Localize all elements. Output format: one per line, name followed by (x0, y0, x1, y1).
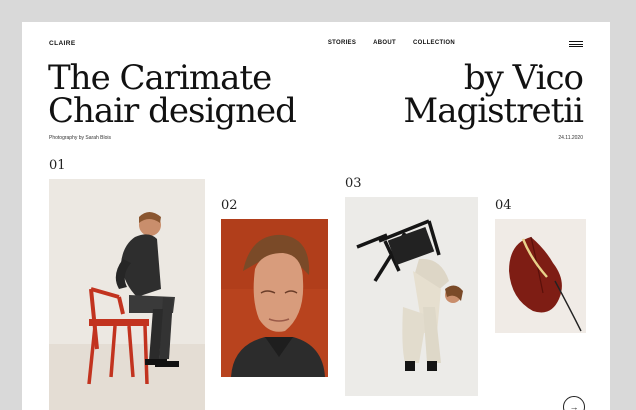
title-line-4: Magistretii (403, 91, 584, 131)
gallery-photo-01[interactable] (49, 179, 205, 410)
nav-link-stories[interactable]: STORIES (328, 40, 356, 46)
page-title-right: by Vico Magistretii (403, 61, 584, 131)
gallery-photo-03[interactable] (345, 197, 478, 396)
arrow-right-icon: → (569, 402, 579, 410)
gallery-photo-02[interactable] (221, 219, 328, 377)
nav-link-collection[interactable]: COLLECTION (413, 40, 455, 46)
main-menu: STORIES ABOUT COLLECTION (328, 40, 455, 46)
gallery-photo-04[interactable] (495, 219, 586, 333)
photo-credit: Photography by Sarah Blois (49, 135, 111, 141)
portrait-image (221, 219, 328, 377)
gallery-number-01: 01 (49, 158, 66, 173)
title-line-2: Chair designed (48, 91, 297, 131)
brand-logo[interactable]: CLAIRE (49, 40, 76, 47)
page: CLAIRE STORIES ABOUT COLLECTION The Cari… (22, 22, 610, 410)
hamburger-icon[interactable] (569, 41, 583, 48)
page-title-left: The Carimate Chair designed (48, 61, 297, 131)
top-nav: CLAIRE STORIES ABOUT COLLECTION (49, 40, 583, 52)
gallery-number-03: 03 (345, 176, 362, 191)
anthurium-flower-image (495, 219, 586, 333)
publish-date: 24.11.2020 (558, 135, 583, 141)
next-arrow-button[interactable]: → (563, 396, 585, 410)
gallery-number-04: 04 (495, 198, 512, 213)
man-on-red-chair-image (49, 179, 205, 410)
woman-with-chair-image (345, 197, 478, 396)
gallery-number-02: 02 (221, 198, 238, 213)
nav-link-about[interactable]: ABOUT (373, 40, 396, 46)
